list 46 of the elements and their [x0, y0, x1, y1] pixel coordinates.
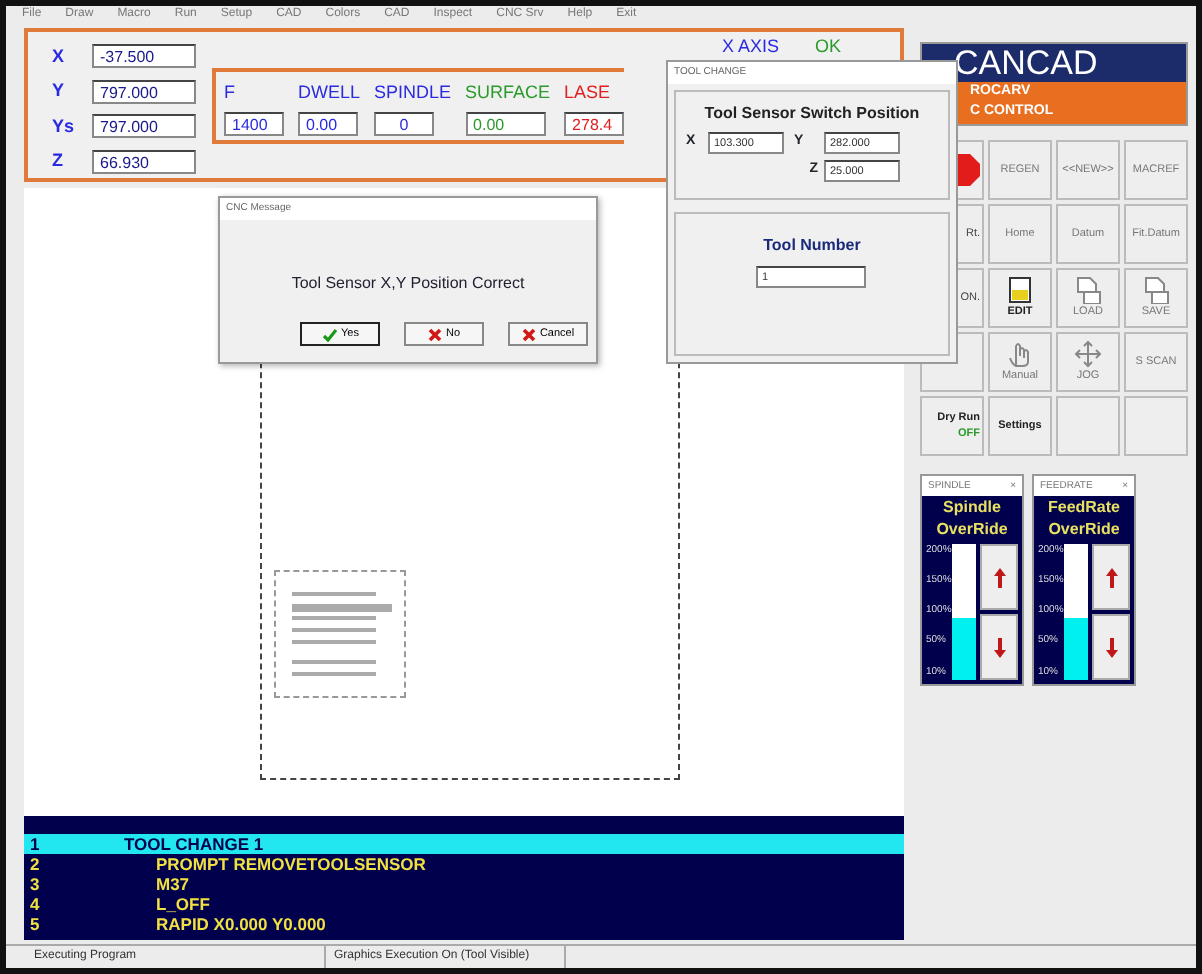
group-heading: Tool Sensor Switch Position	[702, 102, 922, 126]
program-line[interactable]: 5 RAPID X0.000 Y0.000	[24, 914, 904, 934]
parameter-field: 0.00	[465, 111, 546, 135]
program-line[interactable]: 2 PROMPT REMOVETOOLSENSOR	[24, 854, 904, 874]
dialog-message: Tool Sensor X,Y Position Correct	[289, 272, 527, 296]
parameter-label: SURFACE	[465, 80, 551, 106]
increase-button[interactable]	[980, 544, 1018, 610]
group-heading: Tool Number	[761, 233, 863, 258]
parameter-field: 0	[374, 111, 435, 135]
axis-value-field: 797.000	[92, 114, 196, 139]
parameter-field: 278.4	[564, 111, 625, 135]
axis-value-field: -37.500	[92, 44, 196, 69]
status-text: OK	[815, 34, 842, 60]
cross-icon	[521, 327, 536, 341]
axis-label: X	[52, 43, 67, 69]
cross-icon	[427, 327, 442, 341]
axis-label: Ys	[52, 113, 77, 139]
down-arrow-icon	[1105, 637, 1117, 657]
hand-icon	[1008, 340, 1032, 368]
program-line[interactable]: 4 L_OFF	[24, 894, 904, 914]
override-heading: FeedRate OverRide	[1034, 496, 1134, 540]
parameter-label: SPINDLE	[374, 80, 452, 106]
up-arrow-icon	[993, 567, 1005, 587]
parameter-label: F	[224, 80, 237, 106]
check-icon	[321, 327, 337, 341]
axis-label: X AXIS	[722, 34, 780, 60]
axis-value-field: 797.000	[92, 79, 196, 104]
axis-label: Y	[52, 78, 67, 104]
parameter-field: 0.00	[298, 111, 358, 135]
axis-value-field: 66.930	[92, 149, 196, 174]
parameter-label: DWELL	[298, 80, 361, 106]
notepad-icon	[1006, 276, 1034, 304]
program-line[interactable]: 3 M37	[24, 874, 904, 894]
override-heading: Spindle OverRide	[922, 496, 1022, 540]
decrease-button[interactable]	[980, 614, 1018, 680]
document-icon	[1074, 276, 1102, 304]
axis-label: Z	[52, 148, 65, 174]
parameter-label: LASE	[564, 80, 613, 106]
arrows-icon	[1074, 340, 1102, 368]
parameter-field: 1400	[224, 111, 284, 135]
decrease-button[interactable]	[1092, 614, 1130, 680]
up-arrow-icon	[1105, 567, 1117, 587]
down-arrow-icon	[993, 637, 1005, 657]
increase-button[interactable]	[1092, 544, 1130, 610]
document-preview	[274, 570, 406, 698]
document-icon	[1142, 276, 1170, 304]
